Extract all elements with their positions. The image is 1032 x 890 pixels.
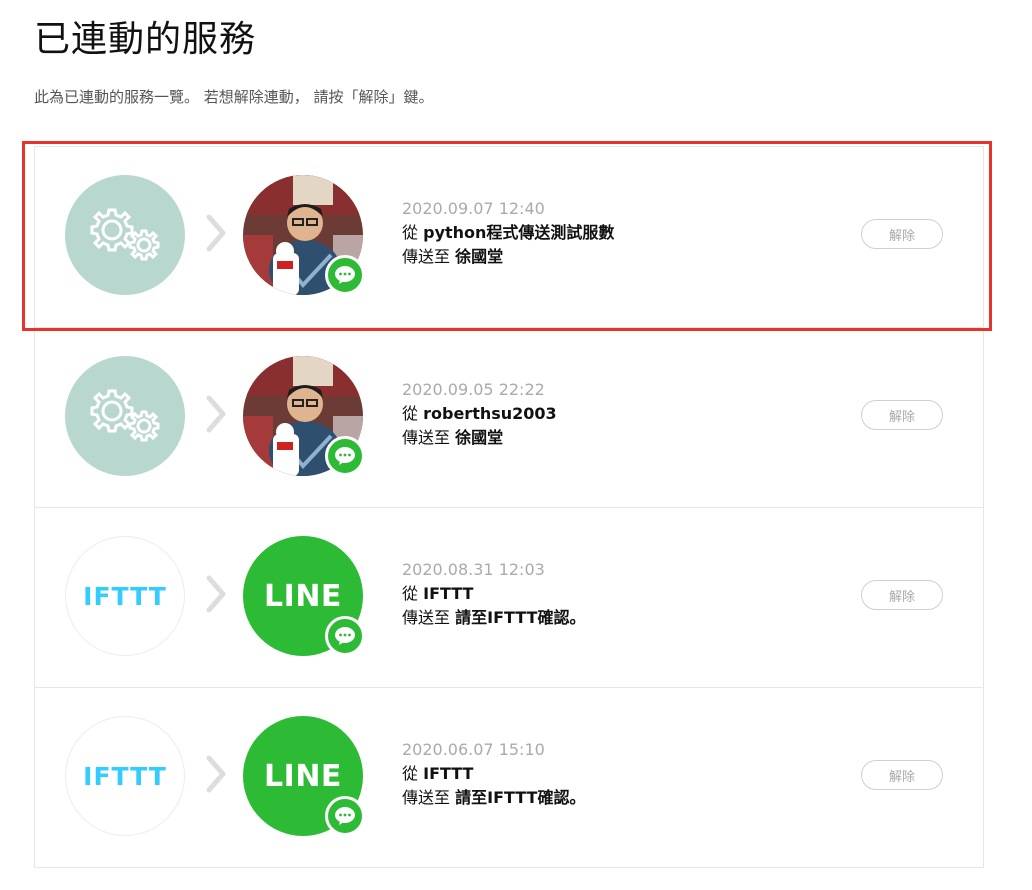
to-name: 徐國堂 <box>455 428 504 447</box>
service-row: IFTTT LINE 2020.06.07 15:10 從 IFTTT 傳送至 … <box>35 687 983 867</box>
chat-bubble-icon <box>325 796 365 836</box>
ifttt-logo: IFTTT <box>65 536 185 656</box>
to-prefix: 傳送至 <box>402 247 451 266</box>
service-info: 2020.06.07 15:10 從 IFTTT 傳送至 請至IFTTT確認。 <box>402 738 585 810</box>
link-date: 2020.06.07 15:10 <box>402 740 545 759</box>
service-row: IFTTT LINE 2020.08.31 12:03 從 IFTTT 傳送至 … <box>35 507 983 687</box>
ifttt-logo-text: IFTTT <box>83 761 167 791</box>
to-line: 傳送至 請至IFTTT確認。 <box>402 606 585 630</box>
link-date: 2020.09.05 22:22 <box>402 380 545 399</box>
to-prefix: 傳送至 <box>402 788 451 807</box>
from-line: 從 IFTTT <box>402 762 585 786</box>
from-prefix: 從 <box>402 764 419 783</box>
chat-bubble-icon <box>325 436 365 476</box>
page-title: 已連動的服務 <box>34 19 257 60</box>
ifttt-logo: IFTTT <box>65 716 185 836</box>
service-info: 2020.08.31 12:03 從 IFTTT 傳送至 請至IFTTT確認。 <box>402 558 585 630</box>
from-name: python程式傳送測試服數 <box>423 223 615 242</box>
to-name: 徐國堂 <box>455 247 504 266</box>
from-prefix: 從 <box>402 404 419 423</box>
service-row: 2020.09.05 22:22 從 roberthsu2003 傳送至 徐國堂… <box>35 327 983 507</box>
chevron-right-icon <box>206 575 226 613</box>
from-line: 從 python程式傳送測試服數 <box>402 221 614 245</box>
service-info: 2020.09.07 12:40 從 python程式傳送測試服數 傳送至 徐國… <box>402 197 614 269</box>
linked-services-page: 已連動的服務 此為已連動的服務一覽。 若想解除連動， 請按「解除」鍵。 2020… <box>0 0 1032 890</box>
line-logo-text: LINE <box>264 758 342 794</box>
unlink-button[interactable]: 解除 <box>861 400 943 430</box>
to-prefix: 傳送至 <box>402 428 451 447</box>
service-info: 2020.09.05 22:22 從 roberthsu2003 傳送至 徐國堂 <box>402 378 557 450</box>
service-list: 2020.09.07 12:40 從 python程式傳送測試服數 傳送至 徐國… <box>34 146 984 868</box>
service-row: 2020.09.07 12:40 從 python程式傳送測試服數 傳送至 徐國… <box>35 147 983 327</box>
from-line: 從 roberthsu2003 <box>402 402 557 426</box>
unlink-button[interactable]: 解除 <box>861 580 943 610</box>
from-name: roberthsu2003 <box>423 404 557 423</box>
chat-bubble-icon <box>325 255 365 295</box>
from-name: IFTTT <box>423 764 474 783</box>
chat-bubble-icon <box>325 616 365 656</box>
to-name: 請至IFTTT確認。 <box>455 788 586 807</box>
unlink-button[interactable]: 解除 <box>861 219 943 249</box>
link-date: 2020.08.31 12:03 <box>402 560 545 579</box>
to-line: 傳送至 徐國堂 <box>402 245 614 269</box>
to-prefix: 傳送至 <box>402 608 451 627</box>
from-name: IFTTT <box>423 584 474 603</box>
ifttt-logo-text: IFTTT <box>83 581 167 611</box>
unlink-button[interactable]: 解除 <box>861 760 943 790</box>
from-line: 從 IFTTT <box>402 582 585 606</box>
gears-icon <box>65 175 185 295</box>
chevron-right-icon <box>206 755 226 793</box>
line-logo-text: LINE <box>264 578 342 614</box>
link-date: 2020.09.07 12:40 <box>402 199 545 218</box>
from-prefix: 從 <box>402 584 419 603</box>
from-prefix: 從 <box>402 223 419 242</box>
chevron-right-icon <box>206 214 226 252</box>
chevron-right-icon <box>206 395 226 433</box>
gears-icon <box>65 356 185 476</box>
page-description: 此為已連動的服務一覽。 若想解除連動， 請按「解除」鍵。 <box>34 88 434 106</box>
to-name: 請至IFTTT確認。 <box>455 608 586 627</box>
to-line: 傳送至 請至IFTTT確認。 <box>402 786 585 810</box>
to-line: 傳送至 徐國堂 <box>402 426 557 450</box>
